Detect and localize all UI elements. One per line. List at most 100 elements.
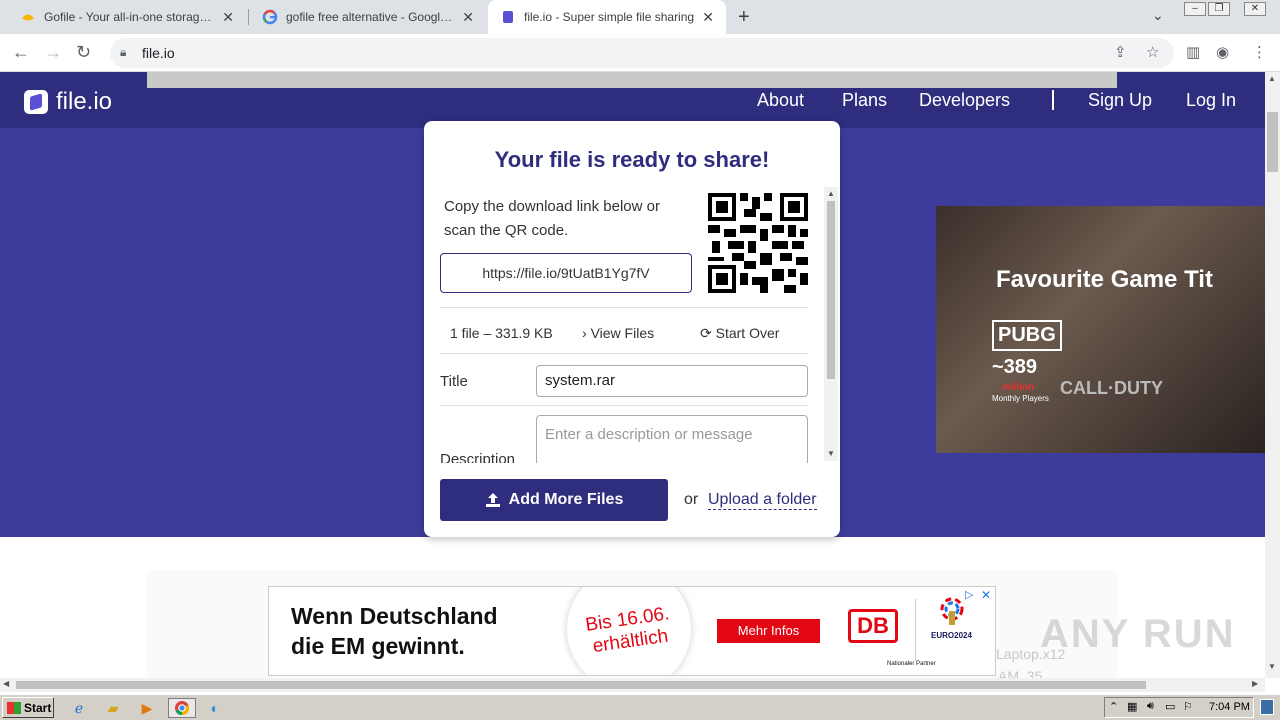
upload-icon bbox=[485, 493, 500, 507]
view-files-button[interactable]: › View Files bbox=[582, 325, 654, 341]
cod-logo: CALL·DUTY bbox=[1060, 378, 1163, 398]
tab-gofile[interactable]: Gofile - Your all-in-one storage soluti … bbox=[8, 0, 246, 34]
ad-million: million bbox=[1002, 382, 1035, 393]
scroll-up-arrow-icon[interactable]: ▲ bbox=[1268, 74, 1276, 83]
close-window-button[interactable]: ✕ bbox=[1244, 2, 1266, 16]
page-content: file.io About Plans Developers Sign Up L… bbox=[0, 72, 1265, 678]
scroll-down-arrow-icon[interactable]: ▼ bbox=[1268, 662, 1276, 671]
tab-title: gofile free alternative - Google Sudh bbox=[286, 10, 454, 24]
tray-chevron-icon[interactable]: ⌃ bbox=[1109, 700, 1118, 713]
internet-explorer-icon[interactable]: ℯ bbox=[68, 698, 90, 718]
chrome-taskbar-button[interactable] bbox=[168, 698, 196, 718]
site-header: file.io About Plans Developers Sign Up L… bbox=[0, 72, 1265, 128]
ad-monthly-players: Monthly Players bbox=[992, 394, 1049, 403]
file-info: 1 file – 331.9 KB bbox=[450, 325, 553, 341]
show-desktop-icon[interactable] bbox=[1260, 699, 1274, 715]
clock: 7:04 PM bbox=[1209, 701, 1250, 713]
start-button[interactable]: Start bbox=[2, 697, 54, 718]
scroll-down-arrow-icon[interactable]: ▼ bbox=[827, 449, 835, 458]
add-more-files-button[interactable]: Add More Files bbox=[440, 479, 668, 521]
reload-icon[interactable]: ↻ bbox=[76, 42, 91, 63]
description-input[interactable]: Enter a description or message bbox=[536, 415, 808, 463]
nav-sign-up[interactable]: Sign Up bbox=[1088, 90, 1152, 111]
euro2024-text: EURO2024 bbox=[931, 631, 972, 640]
windows-logo-icon bbox=[7, 701, 21, 714]
tab-close-icon[interactable]: ✕ bbox=[702, 9, 714, 26]
nav-developers[interactable]: Developers bbox=[919, 90, 1010, 111]
vertical-scroll-thumb[interactable] bbox=[1267, 112, 1278, 172]
bookmark-star-icon[interactable]: ☆ bbox=[1146, 43, 1159, 61]
db-logo: DB bbox=[848, 609, 898, 643]
tab-close-icon[interactable]: ✕ bbox=[222, 9, 234, 26]
browser-toolbar: ← → ↻ 🔒︎ file.io ⇪ ☆ ▥ ◉ ⋮ bbox=[0, 34, 1280, 72]
description-label: Description bbox=[440, 451, 516, 463]
tab-search-chevron-icon[interactable]: ⌄ bbox=[1152, 7, 1164, 24]
ad-headline-line1: Wenn Deutschland bbox=[291, 603, 498, 629]
bottom-ad-banner[interactable]: Wenn Deutschland die EM gewinnt. Bis 16.… bbox=[268, 586, 996, 676]
lock-icon[interactable]: 🔒︎ bbox=[120, 45, 126, 60]
pubg-logo: PUBG bbox=[992, 320, 1062, 351]
upload-folder-link[interactable]: Upload a folder bbox=[708, 491, 817, 510]
edge-icon[interactable]: ◐ bbox=[204, 698, 226, 718]
back-arrow-icon[interactable]: ← bbox=[12, 42, 30, 63]
ad-close-icon[interactable]: ✕ bbox=[981, 588, 991, 602]
nav-plans[interactable]: Plans bbox=[842, 90, 887, 111]
title-input[interactable]: system.rar bbox=[536, 365, 808, 397]
address-bar[interactable]: 🔒︎ file.io bbox=[110, 38, 1174, 68]
page-vertical-scrollbar[interactable]: ▲ ▼ bbox=[1265, 72, 1280, 678]
nav-log-in[interactable]: Log In bbox=[1186, 90, 1236, 111]
adchoices-icon[interactable]: ▷ bbox=[965, 588, 973, 601]
share-card: Your file is ready to share! Copy the do… bbox=[424, 121, 840, 537]
flag-icon[interactable]: ⚐ bbox=[1183, 700, 1193, 713]
ad-headline: Favourite Game Tit bbox=[996, 266, 1213, 293]
right-ad-banner[interactable]: Favourite Game Tit PUBG ~389 million Mon… bbox=[936, 206, 1265, 453]
menu-kebab-icon[interactable]: ⋮ bbox=[1252, 43, 1267, 61]
site-logo[interactable]: file.io bbox=[24, 88, 112, 116]
anyrun-watermark: ANY RUN bbox=[1040, 612, 1236, 656]
tab-google[interactable]: gofile free alternative - Google Sudh ✕ bbox=[250, 0, 486, 34]
view-files-label: View Files bbox=[590, 325, 655, 341]
top-ad-strip bbox=[147, 72, 1117, 88]
media-player-icon[interactable]: ▶ bbox=[136, 698, 158, 718]
side-panel-icon[interactable]: ▥ bbox=[1186, 43, 1200, 61]
start-over-button[interactable]: ⟳ Start Over bbox=[700, 325, 779, 342]
maximize-button[interactable]: ❐ bbox=[1208, 2, 1230, 16]
scroll-right-arrow-icon[interactable]: ▶ bbox=[1252, 679, 1258, 688]
euro2024-trophy-icon bbox=[940, 597, 964, 625]
network-icon[interactable]: ▦ bbox=[1127, 700, 1137, 713]
tab-separator bbox=[248, 9, 249, 25]
start-label: Start bbox=[24, 700, 52, 715]
ad-player-count: ~389 bbox=[992, 356, 1038, 378]
tab-title: file.io - Super simple file sharing bbox=[524, 10, 695, 24]
page-horizontal-scrollbar[interactable]: ◀ ▶ bbox=[0, 678, 1265, 692]
scroll-up-arrow-icon[interactable]: ▲ bbox=[827, 189, 835, 198]
folder-icon[interactable]: ▰ bbox=[102, 698, 124, 718]
new-tab-button[interactable]: + bbox=[738, 6, 750, 29]
forward-arrow-icon[interactable]: → bbox=[44, 42, 62, 63]
volume-icon[interactable]: 🔊︎ bbox=[1147, 700, 1154, 713]
card-title: Your file is ready to share! bbox=[494, 147, 770, 172]
qr-code bbox=[708, 193, 808, 293]
divider bbox=[440, 353, 808, 354]
scroll-left-arrow-icon[interactable]: ◀ bbox=[3, 679, 9, 688]
card-scroll-area[interactable]: Copy the download link below or scan the… bbox=[424, 185, 840, 463]
logo-text: file.io bbox=[56, 88, 113, 115]
divider bbox=[440, 405, 808, 406]
tab-close-icon[interactable]: ✕ bbox=[462, 9, 474, 26]
share-icon[interactable]: ⇪ bbox=[1114, 43, 1127, 61]
minimize-button[interactable]: – bbox=[1184, 2, 1206, 16]
nav-about[interactable]: About bbox=[757, 90, 804, 111]
download-link-field[interactable]: https://file.io/9tUatB1Yg7fV bbox=[440, 253, 692, 293]
tab-fileio[interactable]: file.io - Super simple file sharing ✕ bbox=[488, 0, 726, 34]
card-scroll-thumb[interactable] bbox=[827, 201, 835, 379]
profile-icon[interactable]: ◉ bbox=[1216, 43, 1229, 61]
start-over-label: Start Over bbox=[715, 325, 780, 341]
google-favicon-icon bbox=[262, 9, 278, 25]
horizontal-scroll-thumb[interactable] bbox=[16, 681, 1146, 689]
card-scrollbar[interactable]: ▲ ▼ bbox=[824, 187, 838, 461]
tab-bar: Gofile - Your all-in-one storage soluti … bbox=[0, 0, 1280, 34]
ad-divider bbox=[915, 599, 916, 661]
display-icon[interactable]: ▭ bbox=[1165, 700, 1175, 713]
divider bbox=[440, 307, 808, 308]
ad-more-info-button[interactable]: Mehr Infos bbox=[717, 619, 820, 643]
